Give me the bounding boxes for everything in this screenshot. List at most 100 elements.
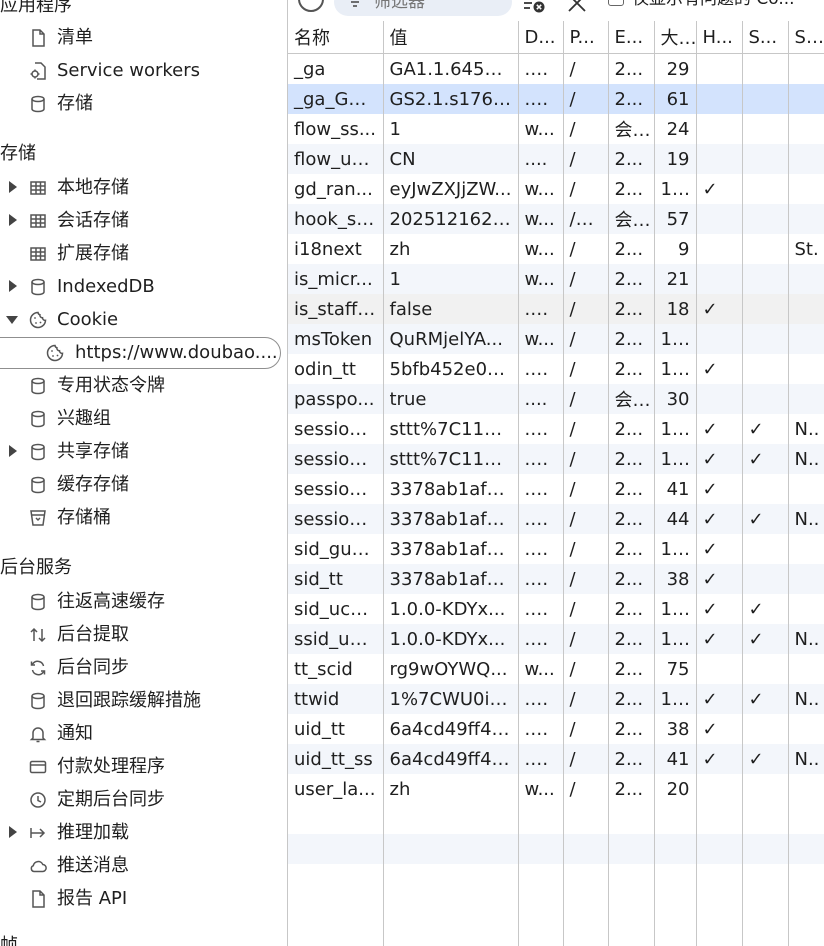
table-cell[interactable]: 2... xyxy=(608,234,655,264)
table-cell[interactable] xyxy=(788,384,824,414)
table-cell[interactable]: ✓ xyxy=(742,744,789,774)
table-row[interactable]: gd_ran... eyJwZXJjZW... w.../2... 114 ✓ xyxy=(288,174,824,204)
table-cell[interactable] xyxy=(788,594,824,624)
table-cell[interactable]: false xyxy=(383,294,519,324)
table-cell[interactable]: 102 xyxy=(654,534,697,564)
table-cell[interactable] xyxy=(742,324,789,354)
table-cell[interactable]: sid_tt xyxy=(288,564,384,594)
filter-box[interactable] xyxy=(334,0,512,16)
table-cell[interactable]: 2... xyxy=(608,444,655,474)
table-cell[interactable] xyxy=(788,174,824,204)
table-cell[interactable] xyxy=(742,174,789,204)
table-row[interactable]: is_staff_... false .d.../2... 18 ✓ xyxy=(288,294,824,324)
collapsed-arrow-icon[interactable] xyxy=(6,816,20,849)
table-cell[interactable]: 3378ab1af2... xyxy=(383,504,519,534)
table-row[interactable]: session... sttt%7C11%... .d.../2... 108 ✓ ✓ N.… xyxy=(288,444,824,474)
table-cell[interactable]: ssid_uc... xyxy=(288,624,384,654)
table-cell[interactable]: sid_gua... xyxy=(288,534,384,564)
table-cell[interactable]: / xyxy=(563,384,609,414)
table-cell[interactable]: / xyxy=(563,444,609,474)
delete-all-icon[interactable] xyxy=(566,0,588,14)
table-cell[interactable]: eyJwZXJjZW... xyxy=(383,174,519,204)
table-cell[interactable]: user_la... xyxy=(288,774,384,804)
table-cell[interactable]: 会... xyxy=(608,204,655,234)
table-cell[interactable]: w... xyxy=(518,774,564,804)
column-header[interactable]: H... xyxy=(696,21,743,54)
table-cell[interactable]: / xyxy=(563,624,609,654)
table-cell[interactable]: 105 xyxy=(654,414,697,444)
table-cell[interactable] xyxy=(742,354,789,384)
clear-filtered-cookies-icon[interactable] xyxy=(522,0,546,14)
sidebar-item-background_items-0[interactable]: 往返高速缓存 xyxy=(0,585,287,618)
table-cell[interactable] xyxy=(742,474,789,504)
table-cell[interactable] xyxy=(696,53,743,84)
table-cell[interactable]: 2... xyxy=(608,624,655,654)
expanded-arrow-icon[interactable] xyxy=(6,303,20,336)
table-cell[interactable] xyxy=(788,324,824,354)
table-cell[interactable]: / xyxy=(563,684,609,714)
table-cell[interactable]: 44 xyxy=(654,504,697,534)
table-row[interactable]: sid_tt 3378ab1af2... .d.../2... 38 ✓ xyxy=(288,564,824,594)
table-cell[interactable] xyxy=(742,114,789,144)
table-cell[interactable]: 132 xyxy=(654,684,697,714)
table-row[interactable]: user_la... zh w.../2... 20 xyxy=(288,774,824,804)
table-cell[interactable] xyxy=(788,294,824,324)
table-row[interactable]: ttwid 1%7CWU0il... .d.../2... 132 ✓ ✓ N.. xyxy=(288,684,824,714)
table-cell[interactable]: .d... xyxy=(518,714,564,744)
table-cell[interactable]: N.. xyxy=(788,684,824,714)
table-cell[interactable]: 57 xyxy=(654,204,697,234)
table-cell[interactable]: 6a4cd49ff40... xyxy=(383,744,519,774)
table-cell[interactable]: 20 xyxy=(654,774,697,804)
table-cell[interactable]: sessioni... xyxy=(288,504,384,534)
sidebar-item-background_items-9[interactable]: 报告 API xyxy=(0,882,287,915)
table-cell[interactable] xyxy=(742,714,789,744)
table-row[interactable]: flow_us... CN..../2... 19 xyxy=(288,144,824,174)
table-cell[interactable]: / xyxy=(563,324,609,354)
table-cell[interactable]: CN xyxy=(383,144,519,174)
sidebar-item-storage_items-0[interactable]: 本地存储 xyxy=(0,171,287,204)
table-cell[interactable] xyxy=(742,564,789,594)
table-cell[interactable]: i18next xyxy=(288,234,384,264)
table-cell[interactable]: .d... xyxy=(518,594,564,624)
table-cell[interactable]: / xyxy=(563,744,609,774)
sidebar-item-app_items-1[interactable]: Service workers xyxy=(0,54,287,87)
table-cell[interactable]: QuRMjelYA... xyxy=(383,324,519,354)
sidebar-item-storage_items-5[interactable]: https://www.doubao.... xyxy=(0,336,287,369)
table-cell[interactable]: 2... xyxy=(608,294,655,324)
table-cell[interactable]: 5bfb452e0e... xyxy=(383,354,519,384)
table-cell[interactable] xyxy=(696,654,743,684)
table-cell[interactable]: ✓ xyxy=(696,684,743,714)
table-cell[interactable]: 2... xyxy=(608,504,655,534)
table-cell[interactable]: / xyxy=(563,354,609,384)
table-cell[interactable]: .d... xyxy=(518,294,564,324)
table-cell[interactable]: GS2.1.s1765... xyxy=(383,84,519,114)
table-cell[interactable]: / xyxy=(563,264,609,294)
table-cell[interactable]: / xyxy=(563,114,609,144)
table-cell[interactable]: flow_us... xyxy=(288,144,384,174)
table-cell[interactable]: 1%7CWU0il... xyxy=(383,684,519,714)
sidebar-item-storage_items-4[interactable]: Cookie xyxy=(0,303,287,336)
table-cell[interactable]: 41 xyxy=(654,744,697,774)
table-cell[interactable]: _ga xyxy=(288,53,384,84)
table-cell[interactable]: ✓ xyxy=(696,504,743,534)
table-cell[interactable]: 2... xyxy=(608,654,655,684)
table-cell[interactable] xyxy=(696,324,743,354)
table-cell[interactable]: 2... xyxy=(608,53,655,84)
table-cell[interactable]: .d... xyxy=(518,684,564,714)
table-row[interactable]: msToken QuRMjelYA... w.../2... 151 xyxy=(288,324,824,354)
table-cell[interactable]: 21 xyxy=(654,264,697,294)
sidebar-item-storage_items-3[interactable]: IndexedDB xyxy=(0,270,287,303)
table-cell[interactable] xyxy=(788,534,824,564)
table-cell[interactable] xyxy=(788,564,824,594)
table-cell[interactable]: sessionid xyxy=(288,474,384,504)
table-cell[interactable]: ✓ xyxy=(696,174,743,204)
collapsed-arrow-icon[interactable] xyxy=(6,204,20,237)
table-cell[interactable]: N.. xyxy=(788,744,824,774)
table-cell[interactable]: .d... xyxy=(518,744,564,774)
table-cell[interactable]: ✓ xyxy=(696,714,743,744)
table-cell[interactable]: w... xyxy=(518,204,564,234)
table-cell[interactable]: rg9wOYWQ... xyxy=(383,654,519,684)
table-cell[interactable]: flow_ss... xyxy=(288,114,384,144)
table-cell[interactable]: / xyxy=(563,534,609,564)
table-cell[interactable] xyxy=(742,144,789,174)
